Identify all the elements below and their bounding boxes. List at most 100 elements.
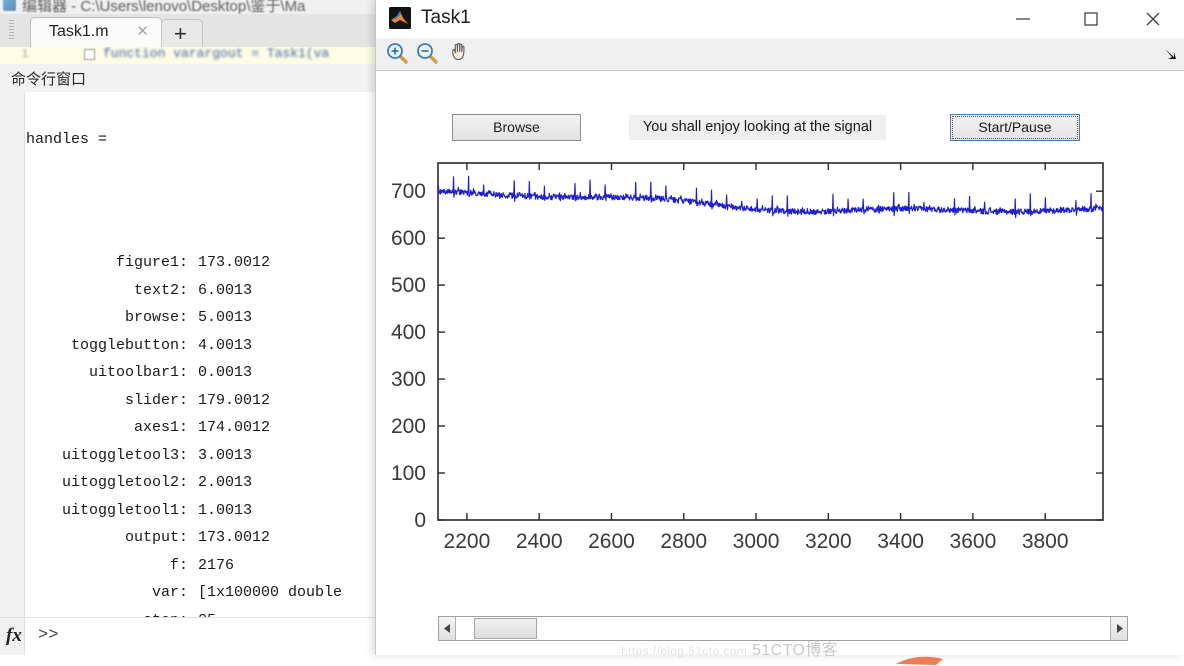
command-window-body[interactable]: handles = figure1: 173.0012 text2: 6.0013 br… <box>0 92 378 617</box>
struct-field-row: slider: 179.0012 <box>26 387 378 415</box>
matlab-icon <box>389 7 411 29</box>
struct-field-name: var: <box>151 584 188 601</box>
x-tick-label: 2400 <box>516 530 563 553</box>
y-tick-label: 600 <box>391 227 426 250</box>
slider-thumb[interactable] <box>473 618 537 639</box>
output-result-label: handles = <box>26 131 108 148</box>
tabstrip-gripper <box>9 20 14 40</box>
figure-window-title: Task1 <box>421 7 471 28</box>
struct-field-value: 2.0013 <box>198 474 253 491</box>
y-tick-label: 200 <box>391 415 426 438</box>
x-tick-label: 3200 <box>805 530 852 553</box>
struct-field-name: figure1: <box>115 254 188 271</box>
command-window-output: handles = figure1: 173.0012 text2: 6.0013 br… <box>26 92 378 617</box>
signal-plot[interactable]: 0 100 200 300 400 500 600 700 2200 2400 2600 2800 30… <box>376 71 1184 591</box>
figure-toolbar <box>376 38 1184 71</box>
plot-frame <box>437 162 1104 521</box>
watermark-swoosh <box>896 656 943 665</box>
overflow-arrow-icon[interactable] <box>1163 47 1177 61</box>
struct-field-row: uitoggletool3: 3.0013 <box>26 442 378 470</box>
arrow-right-icon[interactable] <box>1110 617 1127 640</box>
struct-field-row: step:25 <box>26 607 378 618</box>
y-tick-label: 700 <box>391 180 426 203</box>
struct-field-name: uitoggletool2: <box>61 474 188 491</box>
x-tick-label: 2200 <box>444 530 491 553</box>
struct-field-value: 174.0012 <box>198 419 271 436</box>
code-fold-checkbox <box>84 49 95 60</box>
struct-field-name: uitoolbar1: <box>88 364 188 381</box>
struct-field-name: output: <box>124 529 188 546</box>
watermark-text: 51CTO博客 <box>752 642 839 659</box>
figure-canvas: Browse You shall enjoy looking at the si… <box>376 71 1184 665</box>
matlab-ide-background: 编辑器 - C:\Users\lenovo\Desktop\鉴于\Ma Task… <box>0 0 378 655</box>
zoom-in-icon[interactable] <box>384 40 414 68</box>
editor-tab-label: Task1.m <box>49 23 109 40</box>
struct-field-value: 179.0012 <box>198 391 271 409</box>
close-icon[interactable]: ✕ <box>136 24 149 40</box>
struct-field-row: axes1: 174.0012 <box>26 414 378 442</box>
handles-struct-field-list: figure1: 173.0012 text2: 6.0013 browse: 5.001… <box>26 249 378 617</box>
editor-code-line: 1 function varargout = Task1(va <box>0 47 378 65</box>
struct-field-value: [1x100000 double <box>198 584 343 601</box>
struct-field-row: f: 2176 <box>26 552 378 580</box>
struct-field-row: togglebutton: 4.0013 <box>26 332 378 360</box>
struct-field-row: output: 173.0012 <box>26 524 378 552</box>
command-prompt-row[interactable]: fx >> <box>0 617 378 655</box>
command-window-title: 命令行窗口 <box>11 71 87 88</box>
struct-field-row: figure1: 173.0012 <box>26 249 378 277</box>
code-line-text: function varargout = Task1(va <box>103 47 330 61</box>
struct-field-name: slider: <box>124 391 188 409</box>
struct-field-value: 3.0013 <box>198 446 253 464</box>
ide-titlebar: 编辑器 - C:\Users\lenovo\Desktop\鉴于\Ma <box>0 0 378 15</box>
figure-window: Task1 Browse You shall enjoy looking at … <box>375 0 1184 665</box>
struct-field-row: browse: 5.0013 <box>26 304 378 332</box>
struct-field-value: 1.0013 <box>198 501 253 519</box>
editor-tabstrip: Task1.m ✕ + <box>0 14 378 48</box>
maximize-button[interactable] <box>1068 0 1114 38</box>
struct-field-value: 5.0013 <box>198 309 253 326</box>
figure-window-titlebar[interactable]: Task1 <box>376 0 1184 38</box>
struct-field-value: 6.0013 <box>198 281 253 299</box>
x-tick-label: 3400 <box>877 530 924 553</box>
minimize-button[interactable] <box>1000 0 1046 38</box>
struct-field-name: uitoggletool3: <box>61 446 188 464</box>
hand-pan-icon[interactable] <box>446 40 476 68</box>
y-tick-label: 400 <box>391 321 426 344</box>
y-tick-label: 300 <box>391 368 426 391</box>
command-window-gutter <box>0 92 25 617</box>
zoom-out-icon[interactable] <box>414 40 444 68</box>
struct-field-value: 0.0013 <box>198 364 253 381</box>
struct-field-name: browse: <box>124 309 188 326</box>
struct-field-row: uitoolbar1: 0.0013 <box>26 359 378 387</box>
struct-field-name: f: <box>169 556 188 574</box>
arrow-left-icon[interactable] <box>439 617 456 640</box>
x-tick-label: 3000 <box>733 530 780 553</box>
x-tick-label: 3800 <box>1022 530 1069 553</box>
struct-field-row: uitoggletool1: 1.0013 <box>26 497 378 525</box>
editor-tab-task1[interactable]: Task1.m ✕ <box>30 17 162 48</box>
y-tick-label: 100 <box>391 462 426 485</box>
struct-field-value: 2176 <box>198 556 235 574</box>
plus-icon: + <box>174 21 187 46</box>
struct-field-name: step: <box>26 607 188 618</box>
x-tick-label: 2600 <box>588 530 635 553</box>
command-window-header: 命令行窗口 <box>0 64 378 93</box>
struct-field-row: var: [1x100000 double <box>26 579 378 607</box>
struct-field-value: 4.0013 <box>198 336 253 354</box>
struct-field-row: text2: 6.0013 <box>26 277 378 305</box>
x-tick-label: 3600 <box>950 530 997 553</box>
struct-field-name: togglebutton: <box>70 336 188 354</box>
y-tick-label: 500 <box>391 274 426 297</box>
prompt-caret: >> <box>38 626 59 645</box>
editor-icon <box>3 0 16 11</box>
struct-field-value: 173.0012 <box>198 254 271 271</box>
new-tab-button[interactable]: + <box>161 19 203 48</box>
struct-field-name: uitoggletool1: <box>61 501 188 519</box>
close-button[interactable] <box>1130 0 1176 38</box>
y-tick-label: 0 <box>414 509 426 532</box>
code-line-number: 1 <box>22 48 29 60</box>
fx-function-browser-icon[interactable]: fx <box>6 626 22 645</box>
ide-title-text: 编辑器 - C:\Users\lenovo\Desktop\鉴于\Ma <box>22 0 306 15</box>
signal-scroll-slider[interactable] <box>438 616 1128 641</box>
struct-field-name: text2: <box>133 281 188 299</box>
